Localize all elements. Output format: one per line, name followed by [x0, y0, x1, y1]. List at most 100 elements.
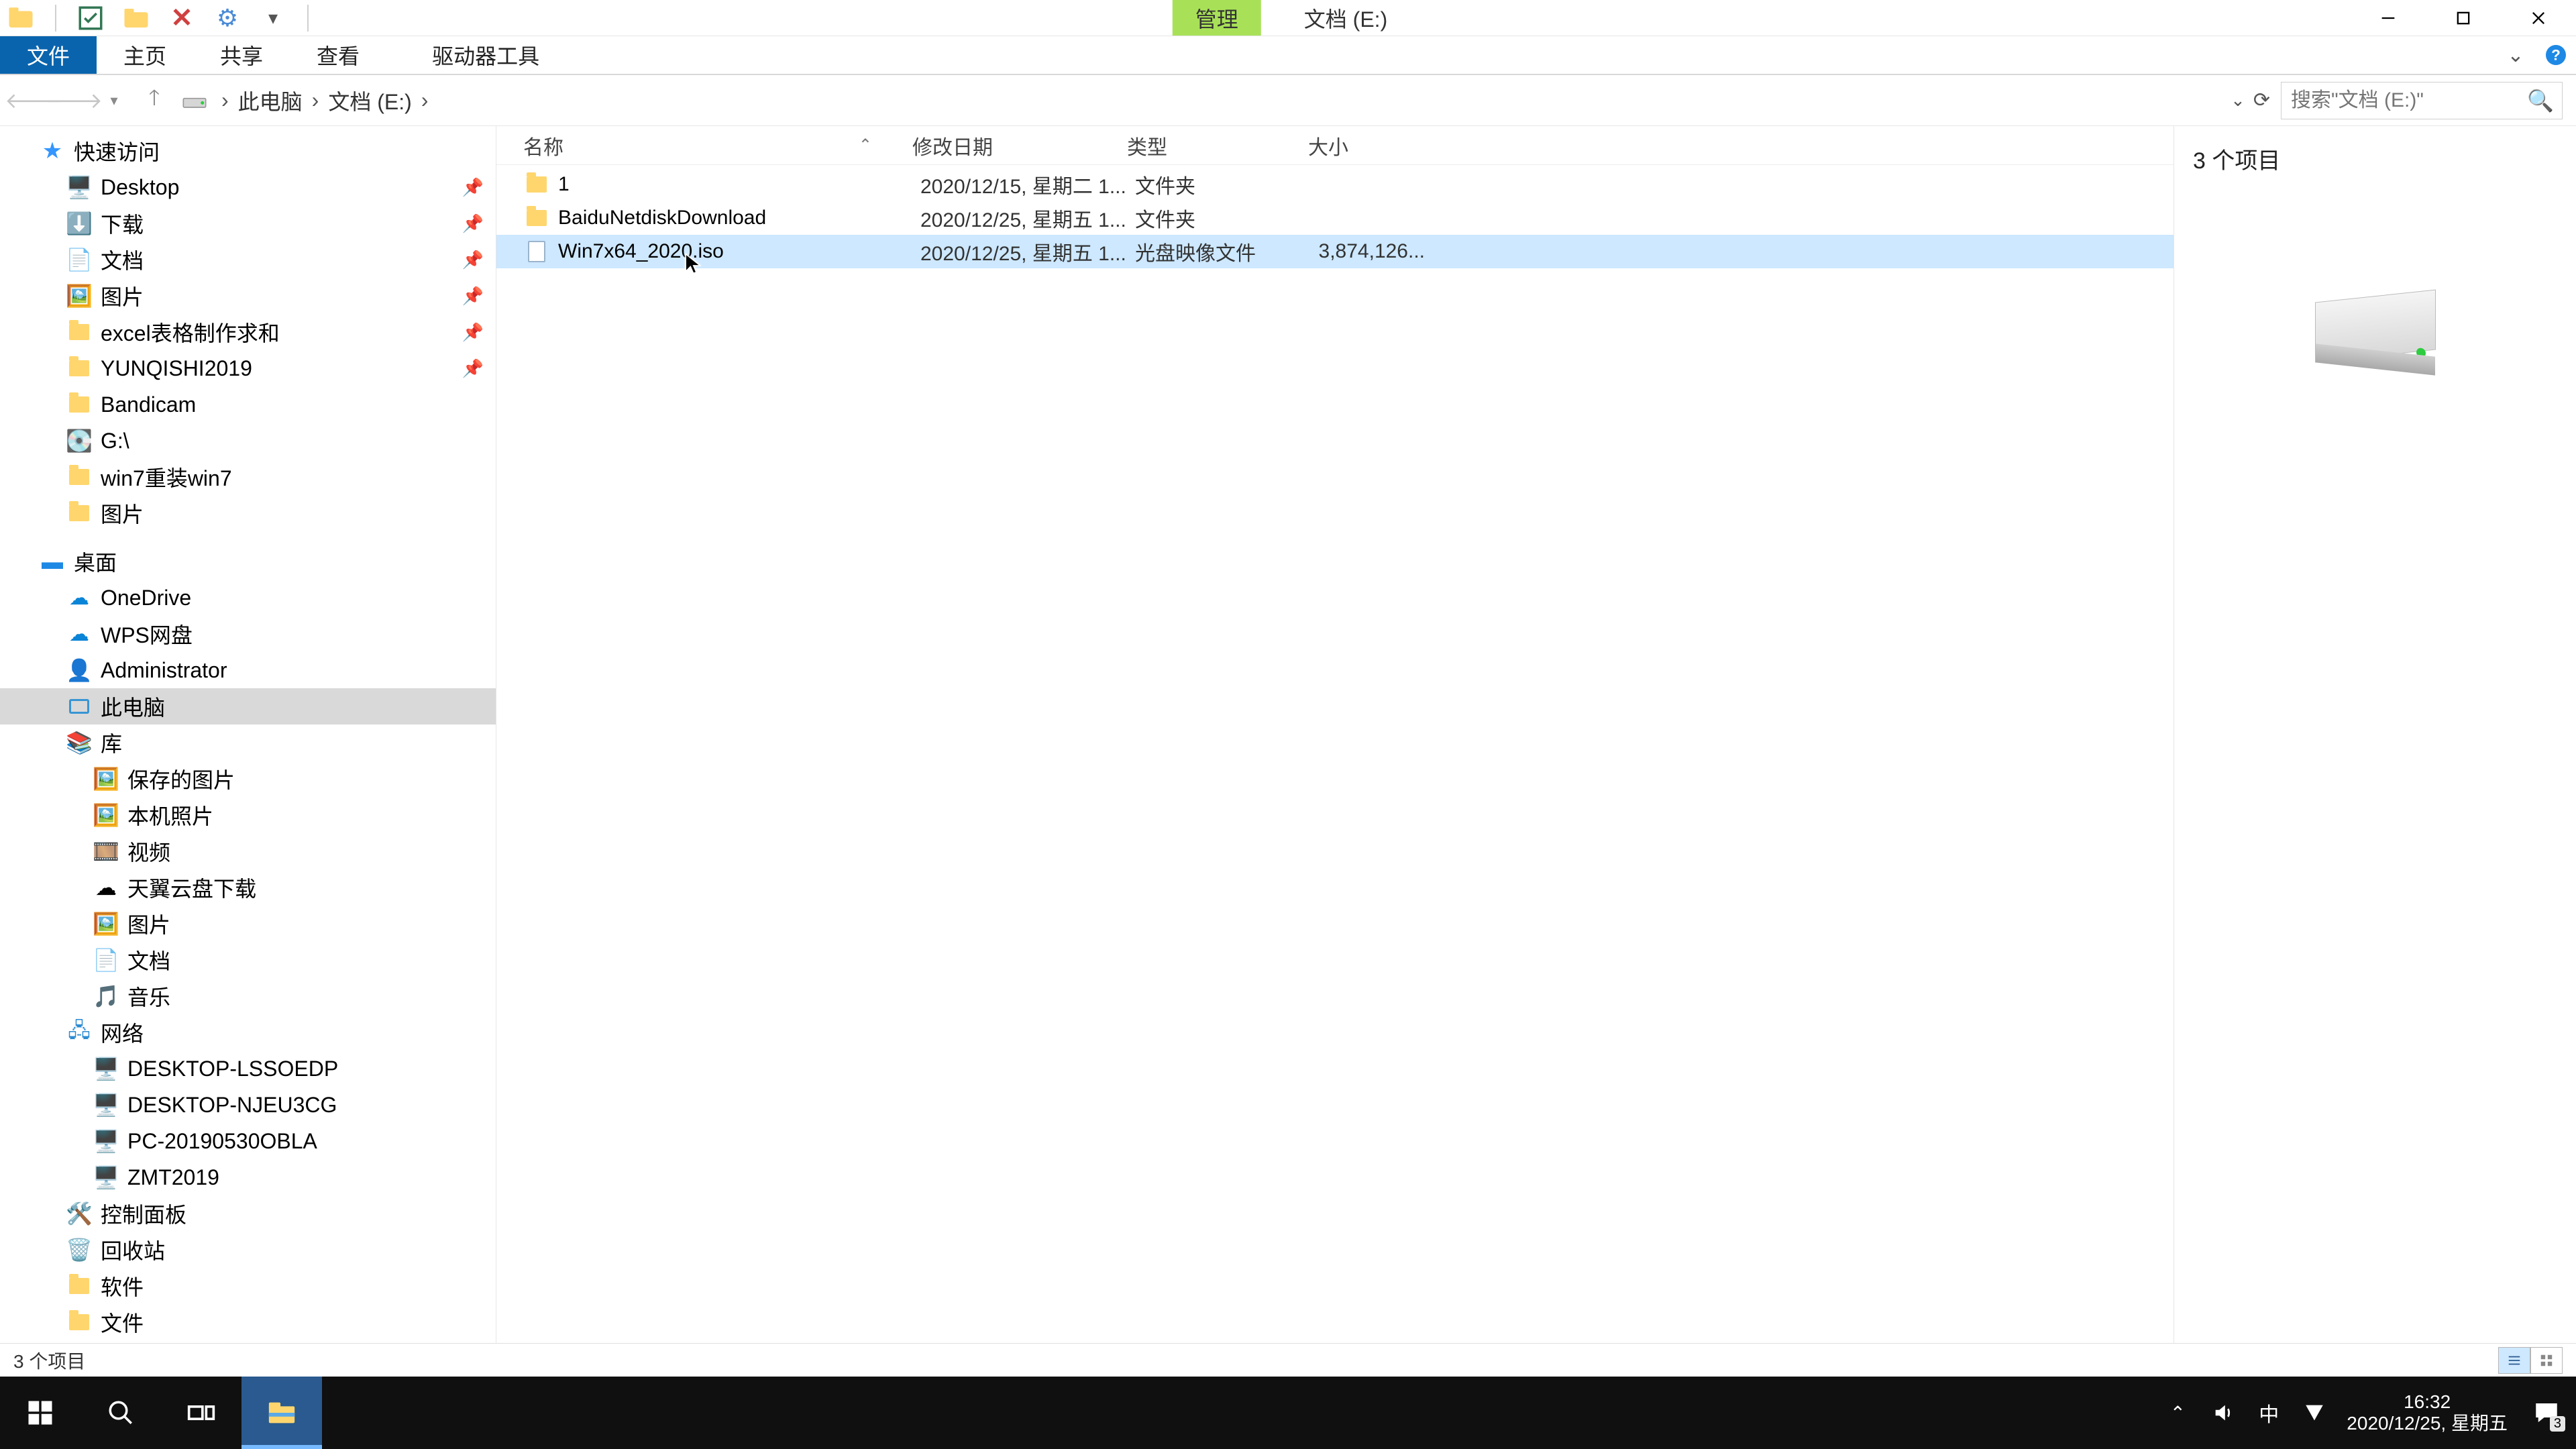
tree-item-desktop[interactable]: 🖥️Desktop📌 [0, 169, 496, 205]
tree-files[interactable]: 文件 [0, 1304, 496, 1340]
chevron-right-icon[interactable]: › [216, 88, 234, 113]
view-details-button[interactable] [2498, 1347, 2530, 1374]
search-input[interactable] [2291, 89, 2553, 112]
search-button[interactable] [80, 1377, 161, 1449]
up-button[interactable]: 🡑 [134, 80, 174, 121]
app-icon [7, 4, 35, 32]
quick-access-toolbar: ✕ ⚙ ▾ [0, 4, 311, 32]
tree-item-excel[interactable]: excel表格制作求和📌 [0, 314, 496, 350]
computer-icon: 🖥️ [94, 1057, 118, 1081]
security-icon[interactable] [2301, 1399, 2328, 1426]
start-button[interactable] [0, 1377, 80, 1449]
address-dropdown-icon[interactable]: ⌄ [2231, 90, 2245, 111]
system-tray: ⌃ 中 16:32 2020/12/25, 星期五 3 [2164, 1391, 2576, 1434]
notification-badge: 3 [2550, 1416, 2565, 1432]
folder-icon [67, 392, 91, 417]
search-icon[interactable]: 🔍 [2527, 88, 2554, 113]
help-icon[interactable]: ? [2544, 43, 2568, 67]
qat-properties-icon[interactable] [76, 4, 105, 32]
tree-net4[interactable]: 🖥️ZMT2019 [0, 1159, 496, 1195]
qat-settings-icon[interactable]: ⚙ [213, 4, 241, 32]
minimize-button[interactable] [2351, 0, 2426, 36]
tree-camera-roll[interactable]: 🖼️本机照片 [0, 797, 496, 833]
breadcrumb[interactable]: › 此电脑 › 文档 (E:) › [181, 85, 2231, 116]
tree-network[interactable]: 🖧网络 [0, 1014, 496, 1051]
tree-this-pc[interactable]: 此电脑 [0, 688, 496, 724]
tree-library[interactable]: 📚库 [0, 724, 496, 761]
folder-icon [67, 356, 91, 380]
tree-onedrive[interactable]: ☁OneDrive [0, 580, 496, 616]
tree-item-pictures[interactable]: 🖼️图片📌 [0, 278, 496, 314]
tree-item-yunqishi[interactable]: YUNQISHI2019📌 [0, 350, 496, 386]
recent-locations-dropdown[interactable]: ▾ [94, 80, 134, 121]
ime-indicator[interactable]: 中 [2255, 1399, 2282, 1426]
qat-dropdown-icon[interactable]: ▾ [259, 4, 287, 32]
breadcrumb-segment[interactable]: 文档 (E:) [324, 85, 415, 116]
tree-item-bandicam[interactable]: Bandicam [0, 386, 496, 423]
navigation-pane[interactable]: ★ 快速访问 🖥️Desktop📌 ⬇️下载📌 📄文档📌 🖼️图片📌 excel… [0, 126, 496, 1343]
action-center-button[interactable]: 3 [2526, 1393, 2567, 1433]
file-row[interactable]: Win7x64_2020.iso 2020/12/25, 星期五 1... 光盘… [496, 235, 2174, 268]
qat-delete-icon[interactable]: ✕ [168, 4, 196, 32]
tray-overflow-icon[interactable]: ⌃ [2164, 1399, 2191, 1426]
view-icons-button[interactable] [2530, 1347, 2563, 1374]
search-box[interactable]: 🔍 [2281, 82, 2563, 119]
chevron-right-icon[interactable]: › [307, 88, 325, 113]
column-header-date[interactable]: 修改日期 [912, 131, 1127, 160]
tree-recycle[interactable]: 🗑️回收站 [0, 1232, 496, 1268]
chevron-right-icon[interactable]: › [416, 88, 434, 113]
taskbar-app-explorer[interactable] [241, 1377, 322, 1449]
desktop-icon: 🖥️ [67, 175, 91, 199]
volume-icon[interactable] [2210, 1399, 2237, 1426]
forward-button[interactable]: 🡒 [54, 80, 94, 121]
clock-date: 2020/12/25, 星期五 [2347, 1413, 2508, 1434]
tree-net3[interactable]: 🖥️PC-20190530OBLA [0, 1123, 496, 1159]
tree-videos[interactable]: 🎞️视频 [0, 833, 496, 869]
tree-item-pictures2[interactable]: 图片 [0, 495, 496, 531]
pin-icon: 📌 [462, 322, 484, 343]
tab-home[interactable]: 主页 [97, 36, 193, 74]
taskbar-clock[interactable]: 16:32 2020/12/25, 星期五 [2347, 1391, 2508, 1434]
file-row[interactable]: BaiduNetdiskDownload 2020/12/25, 星期五 1..… [496, 201, 2174, 235]
column-header-size[interactable]: 大小 [1308, 131, 1429, 160]
tree-desktop-root[interactable]: ▬桌面 [0, 543, 496, 580]
tree-net1[interactable]: 🖥️DESKTOP-LSSOEDP [0, 1051, 496, 1087]
pin-icon: 📌 [462, 358, 484, 379]
ribbon-expand-icon[interactable]: ⌄ [2504, 43, 2528, 67]
task-view-button[interactable] [161, 1377, 241, 1449]
refresh-icon[interactable]: ⟳ [2253, 89, 2270, 112]
tree-pictures3[interactable]: 🖼️图片 [0, 906, 496, 942]
qat-new-folder-icon[interactable] [122, 4, 150, 32]
tree-admin[interactable]: 👤Administrator [0, 652, 496, 688]
tab-file[interactable]: 文件 [0, 36, 97, 74]
file-row[interactable]: 1 2020/12/15, 星期二 1... 文件夹 [496, 168, 2174, 201]
tree-software[interactable]: 软件 [0, 1268, 496, 1304]
close-button[interactable] [2501, 0, 2576, 36]
column-header-type[interactable]: 类型 [1127, 131, 1308, 160]
tree-item-downloads[interactable]: ⬇️下载📌 [0, 205, 496, 241]
tree-wps[interactable]: ☁WPS网盘 [0, 616, 496, 652]
tab-drive-tools[interactable]: 驱动器工具 [405, 36, 566, 74]
tree-tianyi[interactable]: ☁天翼云盘下载 [0, 869, 496, 906]
tree-control-panel[interactable]: 🛠️控制面板 [0, 1195, 496, 1232]
column-header-name[interactable]: 名称 ⌃ [523, 131, 912, 160]
tree-saved-pictures[interactable]: 🖼️保存的图片 [0, 761, 496, 797]
file-date: 2020/12/15, 星期二 1... [920, 170, 1135, 199]
preview-pane: 3 个项目 [2174, 126, 2576, 1343]
contextual-tab-label: 管理 [1195, 3, 1238, 34]
breadcrumb-segment[interactable]: 此电脑 [234, 85, 307, 116]
tab-share[interactable]: 共享 [193, 36, 290, 74]
status-text: 3 个项目 [13, 1347, 85, 1374]
file-name: BaiduNetdiskDownload [558, 207, 920, 229]
tab-view[interactable]: 查看 [290, 36, 386, 74]
tree-quick-access[interactable]: ★ 快速访问 [0, 133, 496, 169]
column-headers[interactable]: 名称 ⌃ 修改日期 类型 大小 [496, 126, 2174, 165]
tree-item-win7[interactable]: win7重装win7 [0, 459, 496, 495]
tree-item-documents[interactable]: 📄文档📌 [0, 241, 496, 278]
maximize-button[interactable] [2426, 0, 2501, 36]
file-list-pane: 名称 ⌃ 修改日期 类型 大小 1 2020/12/15, 星期二 1... 文… [496, 126, 2174, 1343]
tree-docs3[interactable]: 📄文档 [0, 942, 496, 978]
tree-item-gdrive[interactable]: 💽G:\ [0, 423, 496, 459]
tree-music[interactable]: 🎵音乐 [0, 978, 496, 1014]
tree-net2[interactable]: 🖥️DESKTOP-NJEU3CG [0, 1087, 496, 1123]
